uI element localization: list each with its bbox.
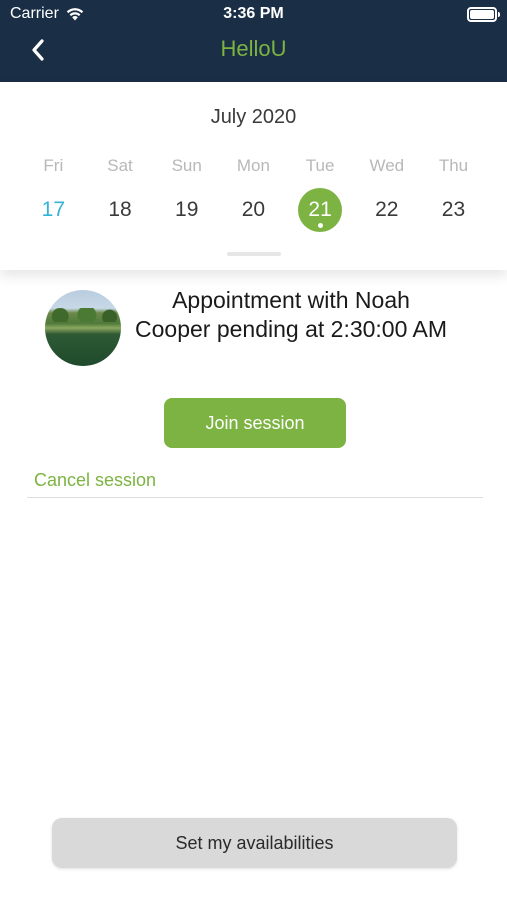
date-number: 23 xyxy=(441,198,466,221)
date-cell[interactable]: 20 xyxy=(220,188,287,232)
status-time: 3:36 PM xyxy=(223,5,284,22)
weekday-label: Wed xyxy=(369,156,405,175)
date-cell[interactable]: 19 xyxy=(153,188,220,232)
month-label: July 2020 xyxy=(210,106,297,128)
weekday-label: Thu xyxy=(438,156,469,175)
dates-row: 17 18 19 20 21 22 23 xyxy=(20,188,487,232)
weekday-row: Fri Sat Sun Mon Tue Wed Thu xyxy=(20,156,487,176)
date-cell[interactable]: 22 xyxy=(353,188,420,232)
date-number: 20 xyxy=(241,198,266,221)
weekday-label: Mon xyxy=(236,156,270,175)
header: Carrier 3:36 PM HelloU xyxy=(0,0,507,82)
date-cell[interactable]: 18 xyxy=(87,188,154,232)
date-number: 22 xyxy=(375,198,399,221)
date-number: 18 xyxy=(108,198,132,221)
date-number: 21 xyxy=(298,188,343,232)
nav-bar: HelloU xyxy=(0,30,507,82)
date-cell[interactable]: 21 xyxy=(287,188,354,232)
divider xyxy=(27,497,483,498)
drag-handle[interactable] xyxy=(227,252,281,256)
app-title: HelloU xyxy=(220,36,287,61)
appointment-text: Appointment with Noah Cooper pending at … xyxy=(135,287,448,342)
set-availabilities-button[interactable]: Set my availabilities xyxy=(52,818,457,868)
status-bar: Carrier 3:36 PM xyxy=(0,0,507,30)
date-number: 17 xyxy=(41,198,66,221)
battery-icon xyxy=(467,7,500,22)
date-number: 19 xyxy=(175,198,199,221)
join-session-button[interactable]: Join session xyxy=(164,398,346,448)
week-calendar: July 2020 Fri Sat Sun Mon Tue Wed Thu 17… xyxy=(0,82,507,270)
cancel-session-link[interactable]: Cancel session xyxy=(34,470,156,491)
avatar xyxy=(45,290,121,366)
weekday-label: Fri xyxy=(43,156,64,175)
weekday-label: Tue xyxy=(305,156,335,175)
weekday-label: Sat xyxy=(107,156,133,175)
weekday-label: Sun xyxy=(171,156,202,175)
date-cell[interactable]: 23 xyxy=(420,188,487,232)
appointment-card: Appointment with Noah Cooper pending at … xyxy=(0,270,507,500)
date-cell[interactable]: 17 xyxy=(20,188,87,232)
